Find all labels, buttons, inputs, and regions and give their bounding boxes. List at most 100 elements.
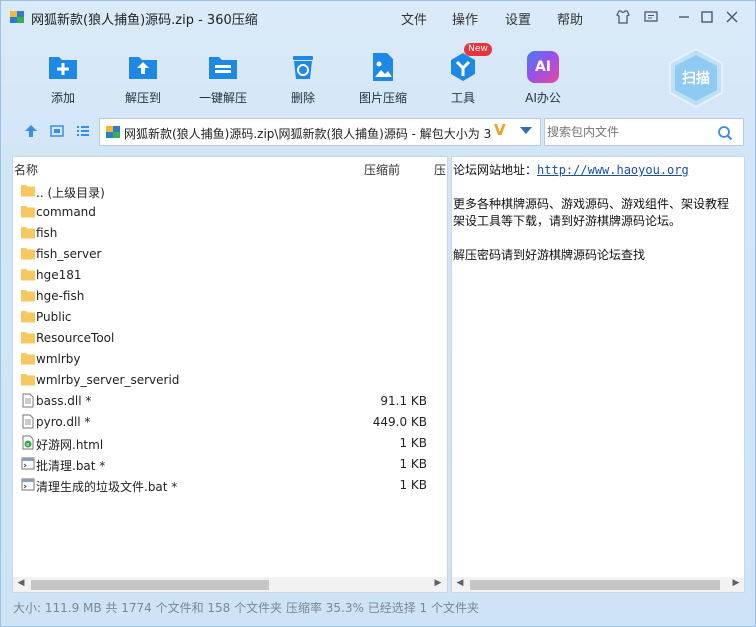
scroll-right-arrow-icon[interactable]: ▶ bbox=[730, 578, 742, 588]
file-size: 449.0 KB bbox=[372, 415, 427, 429]
right-horizontal-scrollbar[interactable]: ◀ ▶ bbox=[452, 577, 744, 592]
file-name: Public bbox=[36, 310, 72, 324]
comment-line-4: 解压密码请到好游棋牌源码论坛查找 bbox=[453, 248, 646, 262]
scroll-right-arrow-icon[interactable]: ▶ bbox=[432, 578, 444, 588]
file-row[interactable]: fish bbox=[13, 222, 447, 243]
menu-operation[interactable]: 操作 bbox=[452, 9, 478, 28]
file-row[interactable]: wmlrby_server_serverid bbox=[13, 369, 447, 390]
scrollbar-thumb[interactable] bbox=[31, 580, 269, 590]
zip-file-icon bbox=[106, 126, 120, 138]
file-row[interactable]: hge-fish bbox=[13, 285, 447, 306]
column-size-header[interactable]: 压缩前 bbox=[364, 161, 400, 178]
file-name: pyro.dll * bbox=[36, 415, 91, 429]
maximize-icon[interactable] bbox=[698, 8, 716, 26]
menu-help[interactable]: 帮助 bbox=[557, 9, 583, 28]
column-name-header[interactable]: 名称 bbox=[14, 161, 38, 178]
file-name: 清理生成的垃圾文件.bat * bbox=[36, 480, 178, 494]
close-icon[interactable] bbox=[723, 8, 741, 26]
ai-office-icon: AI bbox=[527, 51, 559, 83]
one-click-extract-label: 一键解压 bbox=[198, 91, 247, 105]
file-name: 好游网.html bbox=[36, 438, 104, 452]
file-size: 1 KB bbox=[399, 436, 427, 450]
ai-office-label: AI办公 bbox=[525, 91, 561, 105]
search-input[interactable] bbox=[547, 123, 707, 141]
image-compress-button[interactable]: 图片压缩 bbox=[343, 45, 423, 107]
delete-icon bbox=[293, 56, 313, 79]
folder-icon bbox=[21, 248, 35, 260]
file-row[interactable]: command bbox=[13, 201, 447, 222]
tools-button[interactable]: 工具 bbox=[423, 45, 503, 107]
folder-icon bbox=[21, 269, 35, 281]
address-bar[interactable]: 网狐新款(狼人捕鱼)源码.zip\网狐新款(狼人捕鱼)源码 - 解包大小为 3 … bbox=[99, 118, 541, 146]
file-row[interactable]: wmlrby bbox=[13, 348, 447, 369]
thumbnail-view-icon[interactable] bbox=[49, 123, 65, 139]
dll-file-icon bbox=[22, 393, 34, 408]
menu-settings[interactable]: 设置 bbox=[505, 9, 531, 28]
file-size: 91.1 KB bbox=[380, 394, 427, 408]
scroll-left-arrow-icon[interactable]: ◀ bbox=[15, 578, 27, 588]
file-row[interactable]: ResourceTool bbox=[13, 327, 447, 348]
vip-icon[interactable]: V bbox=[494, 121, 506, 139]
address-path: 网狐新款(狼人捕鱼)源码.zip\网狐新款(狼人捕鱼)源码 - 解包大小为 3 bbox=[124, 127, 492, 141]
new-badge: New bbox=[464, 43, 492, 56]
delete-label: 删除 bbox=[290, 91, 315, 105]
add-button[interactable]: 添加 bbox=[23, 45, 103, 107]
chevron-down-icon[interactable] bbox=[520, 127, 532, 134]
search-icon[interactable] bbox=[717, 125, 733, 141]
file-name: hge181 bbox=[36, 268, 82, 282]
scan-label[interactable]: 扫描 bbox=[673, 68, 719, 88]
app-window: 网狐新款(狼人捕鱼)源码.zip - 360压缩 文件 操作 设置 帮助 添加 bbox=[0, 0, 756, 627]
search-box[interactable] bbox=[544, 118, 744, 146]
extract-to-label: 解压到 bbox=[124, 91, 161, 105]
svg-text:e: e bbox=[26, 442, 29, 448]
file-name: hge-fish bbox=[36, 289, 85, 303]
folder-icon bbox=[21, 206, 35, 218]
file-row[interactable]: hge181 bbox=[13, 264, 447, 285]
folder-icon bbox=[21, 332, 35, 344]
forum-link[interactable]: http://www.haoyou.org bbox=[537, 163, 689, 177]
delete-button[interactable]: 删除 bbox=[263, 45, 343, 107]
file-row[interactable]: fish_server bbox=[13, 243, 447, 264]
file-row[interactable]: 清理生成的垃圾文件.bat * 1 KB bbox=[13, 474, 447, 495]
folder-icon bbox=[21, 227, 35, 239]
one-click-extract-button[interactable]: 一键解压 bbox=[183, 45, 263, 107]
tools-label: 工具 bbox=[450, 91, 475, 105]
image-compress-label: 图片压缩 bbox=[358, 91, 407, 105]
column-packed-header[interactable]: 压 bbox=[434, 161, 446, 178]
extract-to-icon bbox=[129, 57, 157, 79]
html-file-icon: e bbox=[22, 435, 34, 450]
file-name: fish_server bbox=[36, 247, 102, 261]
image-compress-icon bbox=[373, 53, 393, 81]
feedback-icon[interactable] bbox=[642, 8, 660, 26]
file-row[interactable]: bass.dll * 91.1 KB bbox=[13, 390, 447, 411]
skin-icon[interactable] bbox=[614, 8, 632, 26]
file-row[interactable]: e 好游网.html 1 KB bbox=[13, 432, 447, 453]
bat-file-icon bbox=[21, 457, 35, 470]
title-bar: 网狐新款(狼人捕鱼)源码.zip - 360压缩 文件 操作 设置 帮助 bbox=[1, 1, 755, 31]
forum-address-label: 论坛网站地址： bbox=[453, 163, 538, 177]
extract-to-button[interactable]: 解压到 bbox=[103, 45, 183, 107]
minimize-icon[interactable] bbox=[675, 8, 693, 26]
menu-file[interactable]: 文件 bbox=[401, 9, 427, 28]
file-size: 1 KB bbox=[399, 457, 427, 471]
scroll-left-arrow-icon[interactable]: ◀ bbox=[454, 578, 466, 588]
scrollbar-thumb[interactable] bbox=[470, 580, 720, 590]
ai-office-button[interactable]: AI AI办公 bbox=[503, 45, 583, 107]
file-name: wmlrby bbox=[36, 352, 81, 366]
add-label: 添加 bbox=[50, 91, 75, 105]
up-arrow-icon[interactable] bbox=[23, 123, 39, 139]
file-list-pane[interactable]: 名称 压缩前 压 .. (上级目录) command fish fish_server… bbox=[12, 156, 448, 593]
file-row[interactable]: Public bbox=[13, 306, 447, 327]
file-name: ResourceTool bbox=[36, 331, 115, 345]
left-horizontal-scrollbar[interactable]: ◀ ▶ bbox=[13, 577, 447, 592]
file-row[interactable]: 批清理.bat * 1 KB bbox=[13, 453, 447, 474]
list-view-icon[interactable] bbox=[75, 123, 91, 139]
file-name: command bbox=[36, 205, 96, 219]
file-row[interactable]: .. (上级目录) bbox=[13, 180, 447, 201]
file-name: bass.dll * bbox=[36, 394, 92, 408]
file-name: wmlrby_server_serverid bbox=[36, 373, 180, 387]
file-name: .. (上级目录) bbox=[36, 186, 105, 200]
folder-icon bbox=[21, 374, 35, 386]
zip-app-icon bbox=[10, 11, 24, 23]
file-row[interactable]: pyro.dll * 449.0 KB bbox=[13, 411, 447, 432]
